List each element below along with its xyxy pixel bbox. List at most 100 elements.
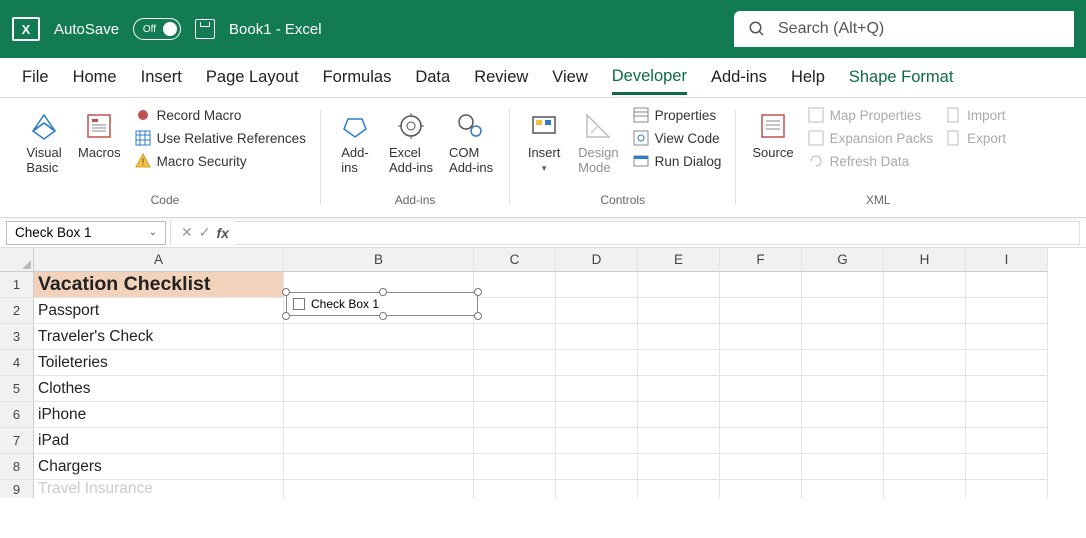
row-header[interactable]: 3 (0, 324, 34, 350)
cell[interactable] (638, 454, 720, 480)
cell[interactable] (556, 428, 638, 454)
cell[interactable]: Travel Insurance (34, 480, 284, 498)
cell[interactable] (474, 350, 556, 376)
row-header[interactable]: 6 (0, 402, 34, 428)
cell[interactable] (556, 298, 638, 324)
cell[interactable] (802, 324, 884, 350)
cell[interactable]: Toileteries (34, 350, 284, 376)
tab-developer[interactable]: Developer (612, 61, 687, 95)
cell[interactable] (638, 324, 720, 350)
col-header[interactable]: I (966, 248, 1048, 272)
cell[interactable]: Passport (34, 298, 284, 324)
cell[interactable] (638, 480, 720, 498)
cell[interactable] (802, 298, 884, 324)
cell[interactable] (284, 324, 474, 350)
formula-enter-icon[interactable]: ✓ (199, 224, 211, 241)
row-header[interactable]: 4 (0, 350, 34, 376)
cell[interactable] (966, 402, 1048, 428)
fx-icon[interactable]: fx (216, 225, 228, 241)
source-button[interactable]: Source (746, 104, 799, 165)
cell[interactable] (556, 350, 638, 376)
tab-formulas[interactable]: Formulas (323, 62, 392, 93)
cell[interactable] (802, 402, 884, 428)
row-header[interactable]: 8 (0, 454, 34, 480)
cell[interactable] (638, 350, 720, 376)
cell[interactable] (720, 454, 802, 480)
visual-basic-button[interactable]: Visual Basic (20, 104, 68, 180)
cell[interactable] (966, 480, 1048, 498)
cell[interactable] (474, 454, 556, 480)
cell[interactable] (966, 454, 1048, 480)
cell[interactable] (884, 428, 966, 454)
tab-insert[interactable]: Insert (141, 62, 182, 93)
com-addins-button[interactable]: COM Add-ins (443, 104, 499, 180)
run-dialog-button[interactable]: Run Dialog (629, 150, 726, 172)
cell[interactable] (556, 480, 638, 498)
select-all-corner[interactable] (0, 248, 34, 272)
cell[interactable] (884, 454, 966, 480)
formula-input[interactable] (235, 221, 1080, 245)
cell[interactable] (802, 272, 884, 298)
cell[interactable] (884, 480, 966, 498)
cell[interactable] (638, 402, 720, 428)
cell[interactable] (474, 324, 556, 350)
cell[interactable] (284, 480, 474, 498)
col-header[interactable]: H (884, 248, 966, 272)
cell[interactable] (556, 272, 638, 298)
tab-page-layout[interactable]: Page Layout (206, 62, 299, 93)
cell[interactable] (720, 402, 802, 428)
cell[interactable] (284, 428, 474, 454)
checkbox-form-control[interactable]: Check Box 1 (286, 292, 478, 316)
cell[interactable] (638, 272, 720, 298)
cell[interactable]: Vacation Checklist (34, 272, 284, 298)
row-header[interactable]: 9 (0, 480, 34, 498)
tab-help[interactable]: Help (791, 62, 825, 93)
cell[interactable] (966, 428, 1048, 454)
col-header[interactable]: D (556, 248, 638, 272)
cell[interactable] (802, 480, 884, 498)
refresh-data-button[interactable]: Refresh Data (804, 150, 938, 172)
cell[interactable]: Chargers (34, 454, 284, 480)
excel-addins-button[interactable]: Excel Add-ins (383, 104, 439, 180)
cell[interactable] (720, 324, 802, 350)
col-header[interactable]: B (284, 248, 474, 272)
cell[interactable] (474, 376, 556, 402)
resize-handle[interactable] (282, 288, 290, 296)
tab-shape-format[interactable]: Shape Format (849, 62, 954, 93)
cell[interactable] (720, 298, 802, 324)
insert-control-button[interactable]: Insert ▾ (520, 104, 568, 177)
expansion-packs-button[interactable]: Expansion Packs (804, 127, 938, 149)
cell[interactable] (638, 376, 720, 402)
cell[interactable] (638, 428, 720, 454)
cell[interactable] (802, 454, 884, 480)
cell[interactable] (474, 298, 556, 324)
cell[interactable] (966, 324, 1048, 350)
addins-button[interactable]: Add- ins (331, 104, 379, 180)
tab-view[interactable]: View (552, 62, 587, 93)
cell[interactable] (884, 402, 966, 428)
cell[interactable] (966, 376, 1048, 402)
cell[interactable] (802, 428, 884, 454)
cell[interactable]: Traveler's Check (34, 324, 284, 350)
search-bar[interactable]: Search (Alt+Q) (734, 11, 1074, 47)
resize-handle[interactable] (474, 312, 482, 320)
col-header[interactable]: C (474, 248, 556, 272)
resize-handle[interactable] (282, 312, 290, 320)
cell[interactable] (284, 402, 474, 428)
map-properties-button[interactable]: Map Properties (804, 104, 938, 126)
cell[interactable]: Clothes (34, 376, 284, 402)
formula-cancel-icon[interactable]: ✕ (181, 224, 193, 241)
cell[interactable]: iPad (34, 428, 284, 454)
cell[interactable] (720, 480, 802, 498)
autosave-toggle[interactable]: Off (133, 18, 181, 40)
row-header[interactable]: 5 (0, 376, 34, 402)
cell[interactable] (474, 402, 556, 428)
cell[interactable] (474, 480, 556, 498)
resize-handle[interactable] (474, 288, 482, 296)
cell[interactable] (884, 298, 966, 324)
row-header[interactable]: 2 (0, 298, 34, 324)
row-header[interactable]: 7 (0, 428, 34, 454)
col-header[interactable]: G (802, 248, 884, 272)
name-box[interactable]: Check Box 1 ⌄ (6, 221, 166, 245)
properties-button[interactable]: Properties (629, 104, 726, 126)
